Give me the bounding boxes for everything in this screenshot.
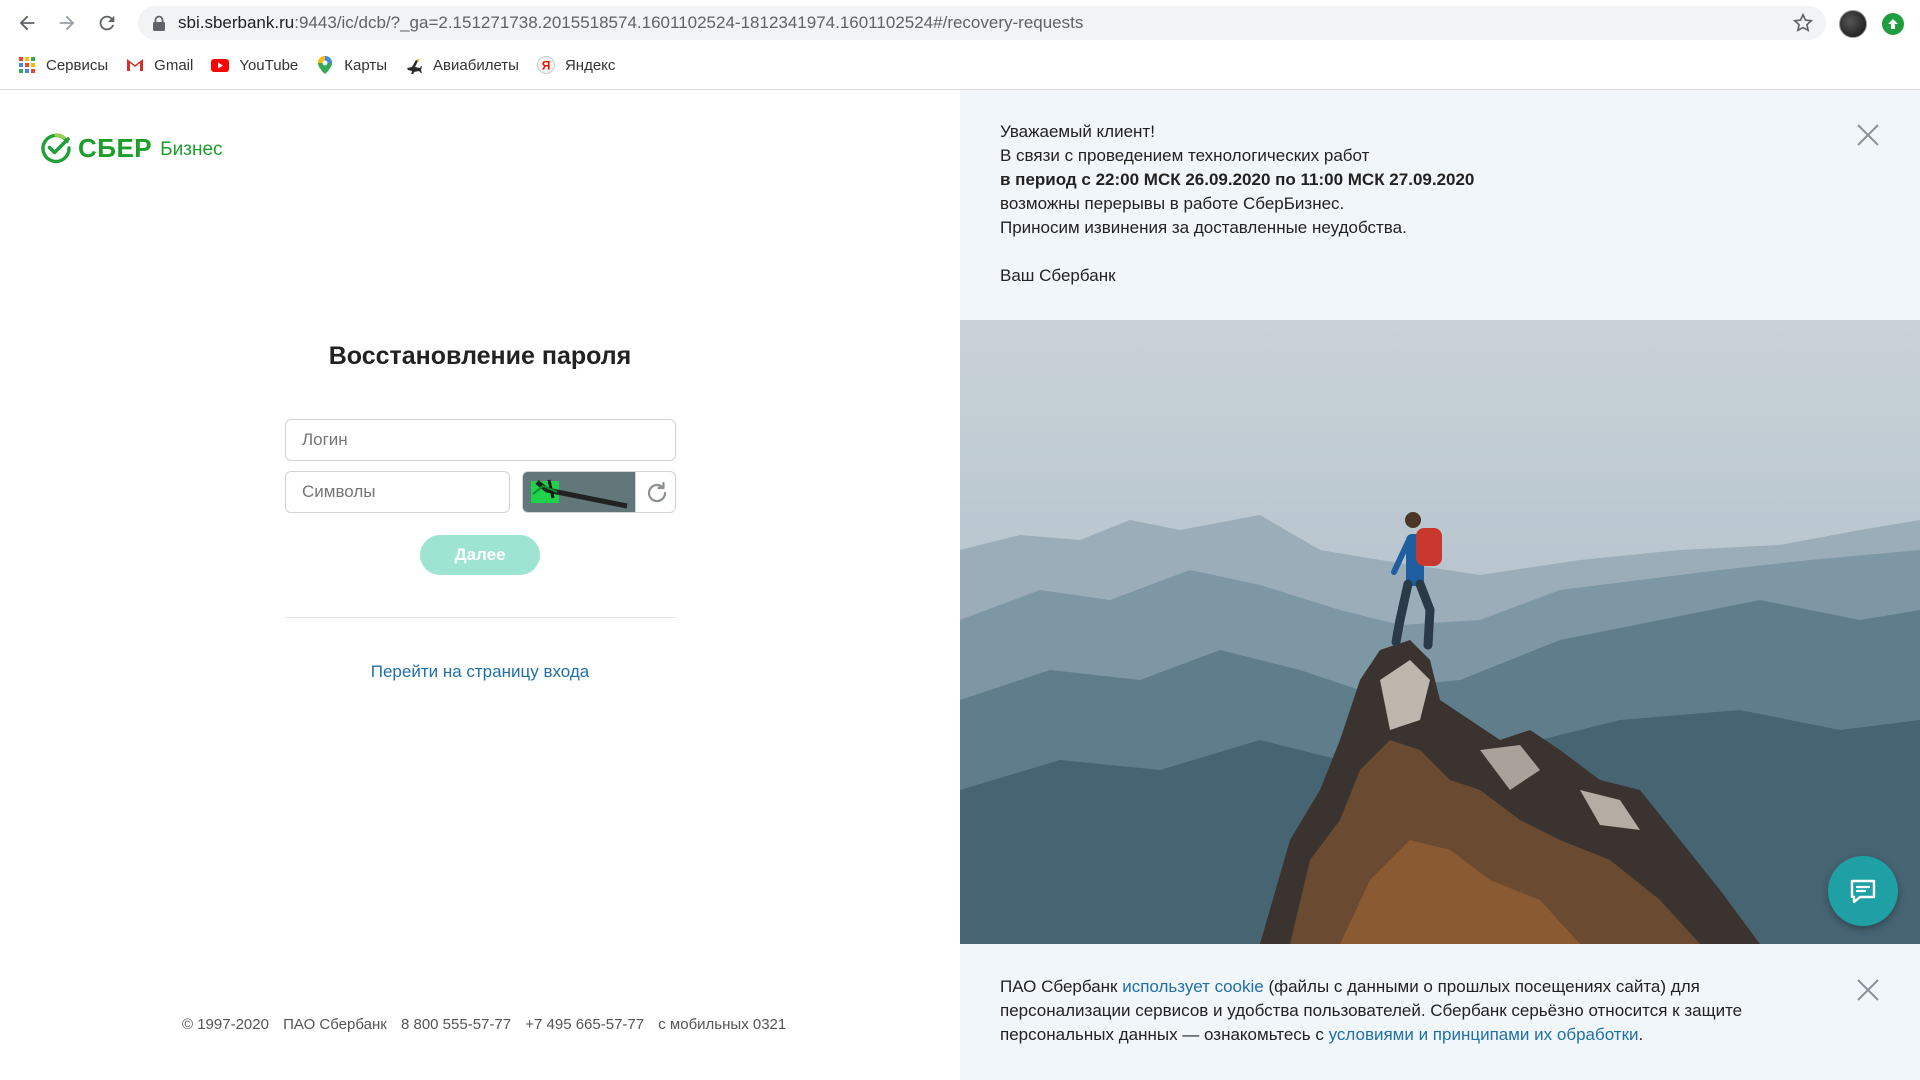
- sber-check-icon: [41, 133, 71, 164]
- forward-arrow-icon: [59, 15, 75, 31]
- svg-text:Я: Я: [542, 59, 551, 73]
- footer-company: ПАО Сбербанк: [283, 1016, 387, 1033]
- reload-button[interactable]: [92, 8, 122, 38]
- url-path: :9443/ic/dcb/?_ga=2.151271738.2015518574…: [294, 13, 1084, 32]
- notice-text: возможны перерывы в работе СберБизнес.: [1000, 194, 1345, 213]
- captcha-image: [523, 472, 635, 512]
- chat-button[interactable]: [1828, 856, 1898, 926]
- hiker-mountain-photo: [960, 320, 1920, 944]
- logo-brand-text: СБЕР: [78, 132, 153, 163]
- apps-grid-icon: [18, 56, 36, 74]
- extension-icon[interactable]: [1882, 13, 1904, 35]
- footer: © 1997-2020 ПАО Сбербанк 8 800 555-57-77…: [182, 1016, 796, 1033]
- footer-copyright: © 1997-2020: [182, 1016, 269, 1033]
- next-button[interactable]: Далее: [420, 535, 540, 575]
- back-button[interactable]: [12, 8, 42, 38]
- footer-phone-2[interactable]: +7 495 665-57-77: [525, 1016, 644, 1033]
- page-title: Восстановление пароля: [328, 342, 632, 370]
- lock-icon: [153, 15, 165, 31]
- bookmark-yandex[interactable]: Я Яндекс: [536, 52, 616, 78]
- go-to-login-link[interactable]: Перейти на страницу входа: [280, 662, 680, 682]
- privacy-terms-link[interactable]: условиями и принципами их обработки: [1329, 1025, 1639, 1044]
- captcha-widget: [522, 471, 676, 513]
- footer-mobile: с мобильных 0321: [658, 1016, 787, 1033]
- cookie-text: .: [1638, 1025, 1644, 1044]
- cookie-text: ПАО Сбербанк: [1000, 977, 1123, 996]
- notice-greeting: Уважаемый клиент!: [1000, 122, 1155, 141]
- bookmark-gmail[interactable]: Gmail: [126, 52, 193, 78]
- divider: [285, 617, 676, 618]
- bookmark-maps[interactable]: Карты: [316, 52, 387, 78]
- address-bar[interactable]: sbi.sberbank.ru:9443/ic/dcb/?_ga=2.15127…: [138, 6, 1826, 40]
- logo-product-text: Бизнес: [160, 139, 223, 160]
- close-cookie-icon[interactable]: [1855, 977, 1881, 1003]
- bookmark-label: Авиабилеты: [433, 56, 519, 74]
- cookie-policy-link[interactable]: использует cookie: [1122, 977, 1264, 996]
- bookmark-label: Сервисы: [46, 56, 109, 74]
- back-arrow-icon: [19, 15, 35, 31]
- yandex-icon: Я: [536, 56, 555, 74]
- cookie-banner: ПАО Сбербанк использует cookie (файлы с …: [1000, 975, 1820, 1047]
- maintenance-notice: Уважаемый клиент! В связи с проведением …: [1000, 120, 1474, 288]
- captcha-input[interactable]: [285, 471, 510, 513]
- notice-period: в период с 22:00 МСК 26.09.2020 по 11:00…: [1000, 170, 1475, 189]
- close-notice-icon[interactable]: [1855, 122, 1881, 148]
- youtube-icon: [211, 56, 230, 74]
- bookmark-label: Gmail: [154, 56, 194, 74]
- bookmark-label: YouTube: [239, 56, 299, 74]
- captcha-refresh-button[interactable]: [635, 472, 675, 512]
- sber-business-logo[interactable]: СБЕР Бизнес: [40, 132, 223, 164]
- browser-chrome: sbi.sberbank.ru:9443/ic/dcb/?_ga=2.15127…: [0, 0, 1920, 90]
- gmail-icon: [126, 56, 144, 74]
- reload-icon: [99, 15, 115, 31]
- plane-icon: [405, 56, 423, 74]
- profile-avatar[interactable]: [1839, 10, 1867, 38]
- bookmark-flights[interactable]: Авиабилеты: [405, 52, 519, 78]
- notice-text: Приносим извинения за доставленные неудо…: [1000, 218, 1407, 237]
- bookmark-label: Яндекс: [564, 56, 616, 74]
- bookmarks-bar: Сервисы Gmail YouTube Карты Авиабилеты Я…: [0, 52, 615, 78]
- maps-pin-icon: [316, 56, 334, 74]
- forward-button[interactable]: [52, 8, 82, 38]
- url-text: sbi.sberbank.ru:9443/ic/dcb/?_ga=2.15127…: [178, 6, 1083, 40]
- recovery-pane: СБЕР Бизнес Восстановление пароля Далее …: [0, 90, 960, 1080]
- bookmark-star-icon[interactable]: [1792, 12, 1814, 34]
- arrow-up-icon: [1888, 19, 1898, 29]
- browser-toolbar: sbi.sberbank.ru:9443/ic/dcb/?_ga=2.15127…: [0, 0, 1920, 46]
- url-host: sbi.sberbank.ru: [178, 13, 295, 32]
- chat-icon: [1850, 879, 1876, 904]
- bookmark-label: Карты: [344, 56, 388, 74]
- info-pane: Уважаемый клиент! В связи с проведением …: [960, 90, 1920, 1080]
- refresh-icon: [647, 481, 666, 503]
- notice-text: В связи с проведением технологических ра…: [1000, 146, 1370, 165]
- bookmark-youtube[interactable]: YouTube: [211, 52, 298, 78]
- bookmark-services[interactable]: Сервисы: [18, 52, 108, 78]
- footer-phone-1[interactable]: 8 800 555-57-77: [401, 1016, 511, 1033]
- notice-signature: Ваш Сбербанк: [1000, 266, 1116, 285]
- login-input[interactable]: [285, 419, 676, 461]
